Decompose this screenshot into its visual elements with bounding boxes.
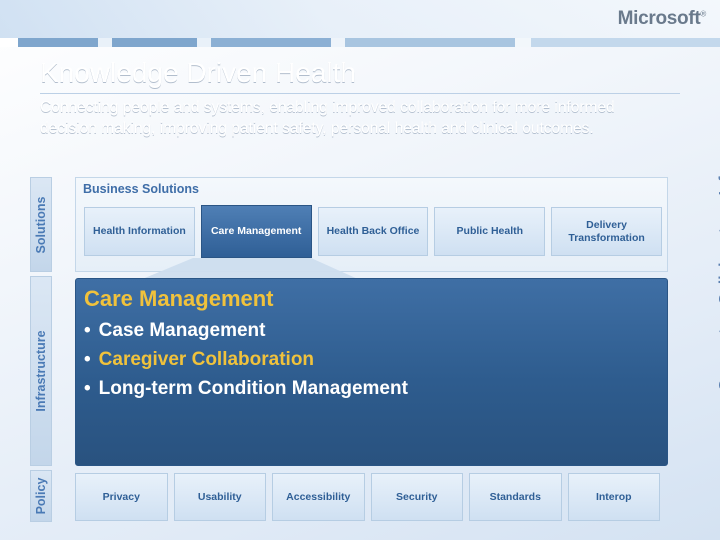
business-solutions-row: Health Information Care Management Healt… [84,205,662,258]
strip-block [331,38,345,47]
solution-card-label: Health Information [93,225,186,237]
sidebar-item-policy-label: Policy [34,477,48,515]
policy-card-accessibility[interactable]: Accessibility [272,473,365,521]
top-banner-gradient [0,0,720,38]
banner-strip [0,38,720,47]
strip-block [345,38,515,47]
bullet-icon: • [84,349,91,370]
solution-card-health-back-office[interactable]: Health Back Office [317,207,429,256]
sidebar-item-policy[interactable]: Policy [30,470,52,522]
policy-card-label: Privacy [102,491,140,503]
strip-block [197,38,211,47]
list-item-label: Long-term Condition Management [98,378,408,399]
bullet-icon: • [84,378,91,399]
list-item: • Caregiver Collaboration [84,345,408,374]
business-solutions-label: Business Solutions [83,182,199,196]
detail-panel-title: Care Management [84,286,274,311]
slide: Microsoft® Knowledge Driven Health Conne… [0,0,720,540]
sidebar-item-infrastructure-label: Infrastructure [34,330,48,412]
solution-card-label: Delivery Transformation [568,218,645,244]
strip-block [98,38,112,47]
solution-card-delivery-transformation[interactable]: Delivery Transformation [551,207,662,256]
strip-block [18,38,98,47]
solution-card-public-health[interactable]: Public Health [434,207,546,256]
solution-card-label: Care Management [210,225,302,237]
bullet-icon: • [84,320,91,341]
sidebar-item-solutions-label: Solutions [34,196,48,253]
policy-card-label: Usability [197,491,242,503]
solution-card-health-information[interactable]: Health Information [84,207,195,256]
sidebar-item-infrastructure[interactable]: Infrastructure [30,276,52,466]
solution-card-label: Health Back Office [326,225,420,237]
detail-panel-list: • Case Management • Caregiver Collaboratio… [84,316,408,403]
policy-card-label: Interop [595,491,632,503]
title-divider [40,93,680,94]
solution-card-care-management[interactable]: Care Management [200,205,312,258]
page-title: Knowledge Driven Health [40,57,356,88]
policy-card-interop[interactable]: Interop [567,473,660,521]
policy-card-label: Standards [489,491,541,503]
policy-card-privacy[interactable]: Privacy [75,473,168,521]
strip-block [112,38,197,47]
solution-card-label: Public Health [456,225,524,237]
microsoft-logo-text: Microsoft [617,8,701,29]
policy-card-label: Security [396,491,438,503]
policy-card-usability[interactable]: Usability [173,473,266,521]
top-banner: Microsoft® [0,0,720,38]
page-subtitle: Connecting people and systems, enabling … [40,99,615,137]
strip-block [515,38,531,47]
list-item-label: Caregiver Collaboration [98,349,315,370]
policy-row: Privacy Usability Accessibility Security… [75,473,668,521]
list-item: • Long-term Condition Management [84,374,408,403]
policy-card-label: Accessibility [286,491,351,503]
strip-block [0,38,18,47]
list-item-label: Case Management [98,320,266,341]
policy-card-security[interactable]: Security [370,473,463,521]
strip-block [211,38,331,47]
list-item: • Case Management [84,316,408,345]
policy-card-standards[interactable]: Standards [469,473,562,521]
